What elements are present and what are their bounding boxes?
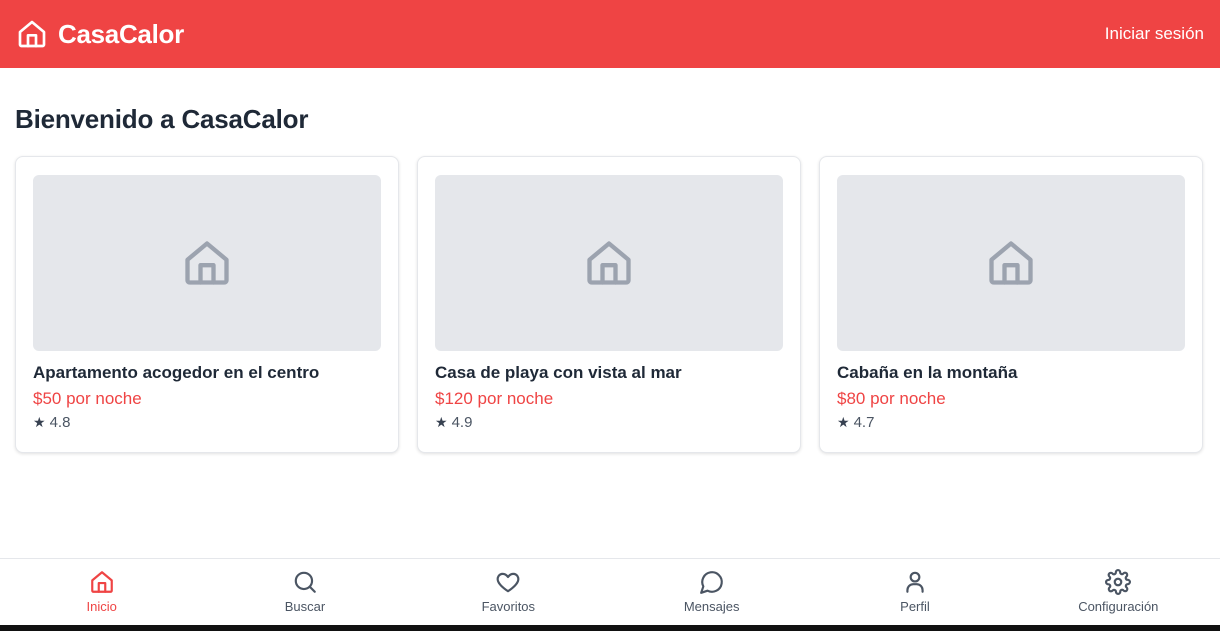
rating-value: 4.7 <box>853 414 875 431</box>
message-icon <box>699 571 723 594</box>
rating-value: 4.8 <box>49 414 71 431</box>
login-link[interactable]: Iniciar sesión <box>1105 24 1204 44</box>
listing-price: $80 por noche <box>837 389 946 408</box>
star-icon: ★ <box>837 414 850 430</box>
nav-item-buscar[interactable]: Buscar <box>203 559 406 631</box>
listing-rating: ★ 4.8 <box>33 414 381 431</box>
listing-card[interactable]: Apartamento acogedor en el centro $50 po… <box>15 156 399 453</box>
page-title: Bienvenido a CasaCalor <box>15 104 309 134</box>
listing-rating: ★ 4.9 <box>435 414 783 431</box>
listing-rating: ★ 4.7 <box>837 414 1185 431</box>
nav-item-configuracion[interactable]: Configuración <box>1017 559 1220 631</box>
heart-icon <box>496 572 520 593</box>
listing-card[interactable]: Casa de playa con vista al mar $120 por … <box>417 156 801 453</box>
nav-item-favoritos[interactable]: Favoritos <box>407 559 610 631</box>
star-icon: ★ <box>33 414 46 430</box>
listing-price: $120 por noche <box>435 389 554 408</box>
nav-item-mensajes[interactable]: Mensajes <box>610 559 813 631</box>
star-icon: ★ <box>435 414 448 430</box>
bottom-nav: Inicio Buscar Favoritos Mensajes Perfil … <box>0 558 1220 631</box>
house-icon <box>989 241 1033 285</box>
nav-label: Favoritos <box>481 599 536 614</box>
listing-image <box>435 175 783 351</box>
home-icon <box>90 571 113 593</box>
home-icon <box>18 20 46 48</box>
nav-item-inicio[interactable]: Inicio <box>0 559 203 631</box>
listing-image <box>33 175 381 351</box>
nav-label: Configuración <box>1078 599 1159 614</box>
listing-image <box>837 175 1185 351</box>
listing-title: Cabaña en la montaña <box>837 363 1018 382</box>
listings-grid: Apartamento acogedor en el centro $50 po… <box>15 156 1203 453</box>
listing-title: Casa de playa con vista al mar <box>435 363 682 382</box>
gear-icon <box>1105 569 1132 595</box>
brand-name: CasaCalor <box>58 18 184 49</box>
listing-title: Apartamento acogedor en el centro <box>33 363 320 382</box>
screen-edge <box>0 625 1220 631</box>
house-icon <box>587 241 631 285</box>
brand[interactable]: CasaCalor <box>16 18 184 50</box>
listing-card[interactable]: Cabaña en la montaña $80 por noche ★ 4.7 <box>819 156 1203 453</box>
nav-item-perfil[interactable]: Perfil <box>813 559 1016 631</box>
top-bar: CasaCalor Iniciar sesión <box>0 0 1220 68</box>
rating-value: 4.9 <box>451 414 473 431</box>
house-icon <box>185 241 229 285</box>
search-icon <box>294 571 316 593</box>
nav-label: Inicio <box>86 599 117 614</box>
nav-label: Buscar <box>284 599 326 614</box>
user-icon <box>906 571 924 593</box>
listing-price: $50 por noche <box>33 389 142 408</box>
nav-label: Mensajes <box>683 599 740 614</box>
nav-label: Perfil <box>900 599 930 614</box>
